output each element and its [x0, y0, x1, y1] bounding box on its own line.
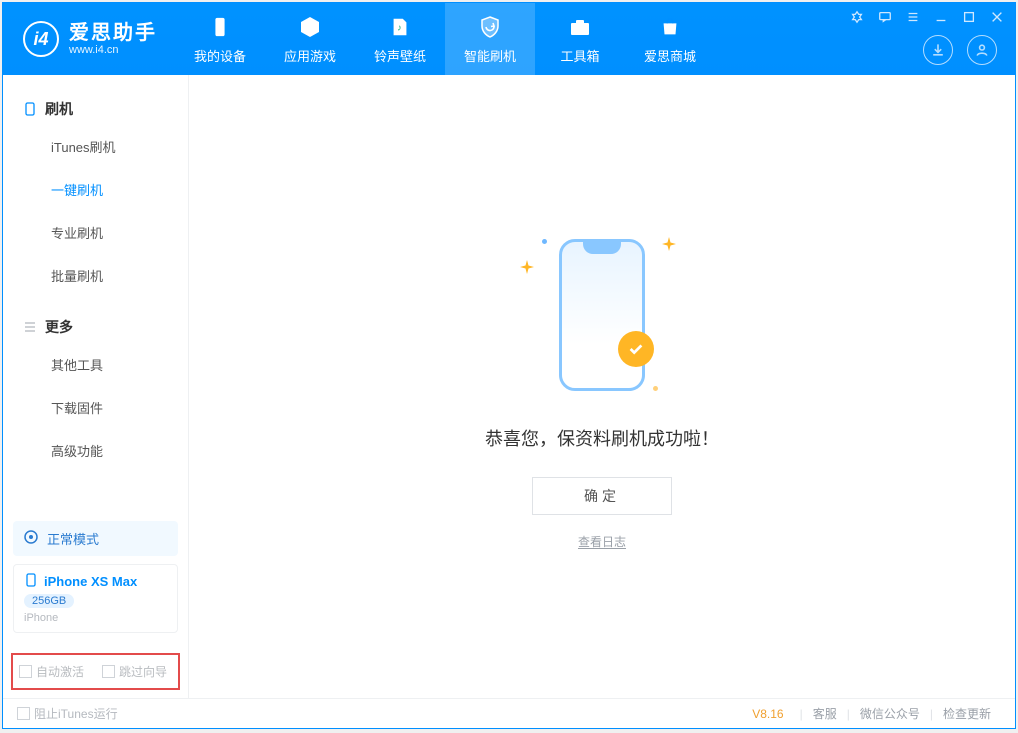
device-type: iPhone [24, 612, 58, 624]
sidebar: 刷机 iTunes刷机 一键刷机 专业刷机 批量刷机 更多 其他工具 下载固件 … [3, 75, 189, 698]
checkbox-label: 跳过向导 [119, 663, 167, 680]
sidebar-item-advanced[interactable]: 高级功能 [3, 429, 188, 472]
dot-icon [542, 239, 547, 244]
device-info-row[interactable]: iPhone XS Max 256GB iPhone [13, 564, 178, 633]
section-title: 更多 [45, 317, 73, 337]
success-message: 恭喜您，保资料刷机成功啦！ [485, 425, 719, 451]
mode-icon [23, 529, 39, 548]
device-capacity: 256GB [24, 594, 74, 608]
music-file-icon: ♪ [387, 14, 413, 40]
app-url: www.i4.cn [69, 44, 157, 56]
device-mode-label: 正常模式 [47, 529, 99, 548]
window-controls [849, 9, 1005, 25]
section-flash: 刷机 [3, 93, 188, 125]
sidebar-item-pro-flash[interactable]: 专业刷机 [3, 211, 188, 254]
checkbox-skip-guide[interactable]: 跳过向导 [102, 663, 167, 680]
section-more: 更多 [3, 311, 188, 343]
device-mode-row[interactable]: 正常模式 [13, 521, 178, 556]
link-wechat[interactable]: 微信公众号 [850, 705, 930, 722]
dot-icon [653, 386, 658, 391]
checkbox-icon [17, 707, 30, 720]
section-title: 刷机 [45, 99, 73, 119]
toolbox-icon [567, 14, 593, 40]
phone-outline-icon [23, 102, 37, 116]
menu-icon[interactable] [905, 9, 921, 25]
sidebar-item-batch-flash[interactable]: 批量刷机 [3, 254, 188, 297]
sidebar-item-oneclick-flash[interactable]: 一键刷机 [3, 168, 188, 211]
theme-icon[interactable] [849, 9, 865, 25]
version-label: V8.16 [752, 707, 783, 721]
body: 刷机 iTunes刷机 一键刷机 专业刷机 批量刷机 更多 其他工具 下载固件 … [3, 75, 1015, 698]
ok-button[interactable]: 确定 [532, 477, 672, 515]
tab-mydevice[interactable]: 我的设备 [175, 3, 265, 75]
view-log-link[interactable]: 查看日志 [578, 533, 626, 550]
status-bar: 阻止iTunes运行 V8.16 | 客服 | 微信公众号 | 检查更新 [3, 698, 1015, 728]
svg-text:♪: ♪ [397, 22, 402, 32]
app-window: i4 爱思助手 www.i4.cn 我的设备 应用游戏 ♪ 铃声壁纸 智能刷机 [2, 2, 1016, 729]
checkbox-block-itunes[interactable]: 阻止iTunes运行 [17, 705, 118, 722]
header-round-buttons [923, 35, 997, 65]
tab-apps[interactable]: 应用游戏 [265, 3, 355, 75]
sparkle-icon [520, 260, 534, 274]
phone-illustration [559, 239, 645, 391]
tab-label: 智能刷机 [464, 46, 516, 65]
account-button[interactable] [967, 35, 997, 65]
titlebar: i4 爱思助手 www.i4.cn 我的设备 应用游戏 ♪ 铃声壁纸 智能刷机 [3, 3, 1015, 75]
checkbox-label: 自动激活 [36, 663, 84, 680]
checkbox-icon [19, 665, 32, 678]
success-illustration [502, 225, 702, 405]
check-badge-icon [618, 331, 654, 367]
close-button[interactable] [989, 9, 1005, 25]
feedback-icon[interactable] [877, 9, 893, 25]
tab-label: 工具箱 [560, 46, 599, 65]
link-support[interactable]: 客服 [803, 705, 847, 722]
sparkle-icon [662, 237, 676, 251]
tab-label: 爱思商城 [644, 46, 696, 65]
device-icon [207, 14, 233, 40]
sidebar-item-download-fw[interactable]: 下载固件 [3, 386, 188, 429]
link-update[interactable]: 检查更新 [933, 705, 1001, 722]
main-tabs: 我的设备 应用游戏 ♪ 铃声壁纸 智能刷机 工具箱 爱思商城 [175, 3, 715, 75]
tab-label: 我的设备 [194, 46, 246, 65]
tab-toolbox[interactable]: 工具箱 [535, 3, 625, 75]
bag-icon [657, 14, 683, 40]
app-name: 爱思助手 [69, 22, 157, 44]
tab-rings[interactable]: ♪ 铃声壁纸 [355, 3, 445, 75]
device-phone-icon [24, 573, 38, 590]
app-logo: i4 爱思助手 www.i4.cn [3, 21, 175, 57]
download-button[interactable] [923, 35, 953, 65]
checkbox-icon [102, 665, 115, 678]
cube-icon [297, 14, 323, 40]
device-panel: 正常模式 iPhone XS Max 256GB iPhone [3, 521, 188, 649]
sidebar-item-itunes-flash[interactable]: iTunes刷机 [3, 125, 188, 168]
tab-store[interactable]: 爱思商城 [625, 3, 715, 75]
maximize-button[interactable] [961, 9, 977, 25]
tab-label: 应用游戏 [284, 46, 336, 65]
checkbox-label: 阻止iTunes运行 [34, 705, 118, 722]
list-icon [23, 320, 37, 334]
checkbox-auto-activate[interactable]: 自动激活 [19, 663, 84, 680]
refresh-shield-icon [477, 14, 503, 40]
flash-options-box: 自动激活 跳过向导 [11, 653, 180, 690]
logo-icon: i4 [23, 21, 59, 57]
minimize-button[interactable] [933, 9, 949, 25]
sidebar-item-other-tools[interactable]: 其他工具 [3, 343, 188, 386]
tab-label: 铃声壁纸 [374, 46, 426, 65]
device-name: iPhone XS Max [44, 574, 137, 589]
main-content: 恭喜您，保资料刷机成功啦！ 确定 查看日志 [189, 75, 1015, 698]
tab-flash[interactable]: 智能刷机 [445, 3, 535, 75]
